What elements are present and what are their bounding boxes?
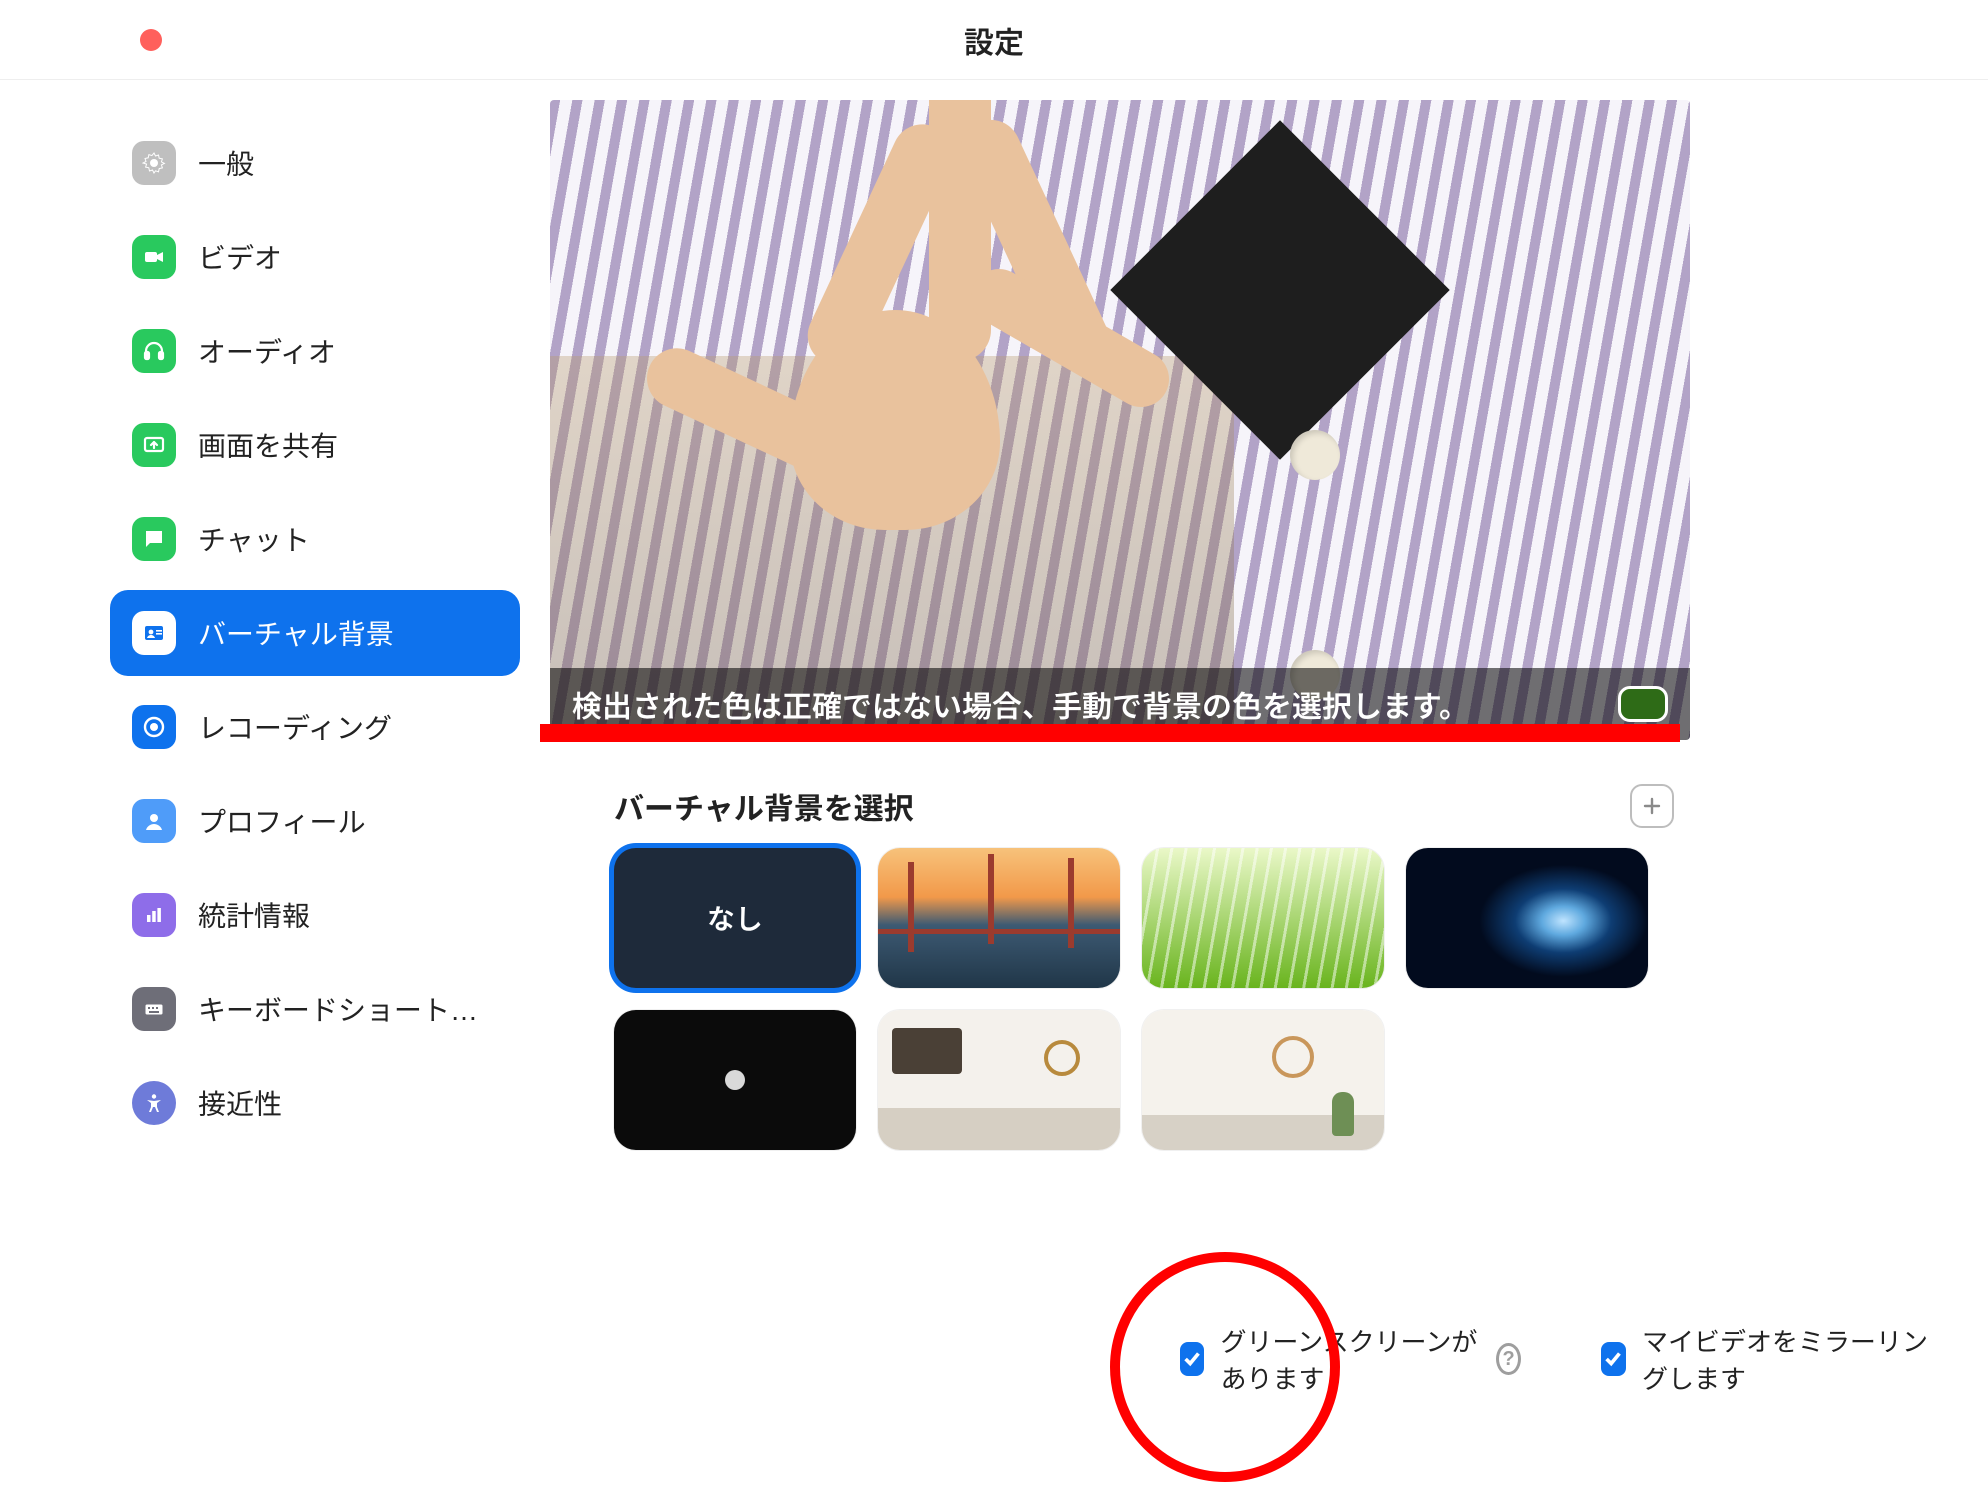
sidebar-item-label: 一般 xyxy=(198,143,254,183)
sidebar-item-label: 接近性 xyxy=(198,1083,282,1123)
record-icon xyxy=(132,705,176,749)
background-option-night[interactable] xyxy=(614,1010,856,1150)
headphones-icon xyxy=(132,329,176,373)
background-option-earth[interactable] xyxy=(1406,848,1648,988)
background-option-bridge[interactable] xyxy=(878,848,1120,988)
background-option-office[interactable] xyxy=(878,1010,1120,1150)
accessibility-icon xyxy=(132,1081,176,1125)
checkbox-icon xyxy=(1180,1342,1204,1376)
sidebar-item-label: キーボードショートカ… xyxy=(198,989,498,1029)
background-none-label: なし xyxy=(707,898,763,938)
video-icon xyxy=(132,235,176,279)
sidebar-item-label: プロフィール xyxy=(198,801,365,841)
contact-card-icon xyxy=(132,611,176,655)
checkbox-label: グリーンスクリーンがあります xyxy=(1220,1322,1480,1396)
sidebar-item-audio[interactable]: オーディオ xyxy=(110,308,520,394)
stats-icon xyxy=(132,893,176,937)
checkbox-green-screen[interactable]: グリーンスクリーンがあります ? xyxy=(1180,1322,1521,1396)
sidebar-item-profile[interactable]: プロフィール xyxy=(110,778,520,864)
add-background-button[interactable] xyxy=(1630,784,1674,828)
share-screen-icon xyxy=(132,423,176,467)
chat-icon xyxy=(132,517,176,561)
keyboard-icon xyxy=(132,987,176,1031)
video-preview: 検出された色は正確ではない場合、手動で背景の色を選択します。 xyxy=(550,100,1690,740)
background-option-none[interactable]: なし xyxy=(614,848,856,988)
preview-hint-text: 検出された色は正確ではない場合、手動で背景の色を選択します。 xyxy=(572,682,1469,726)
sidebar-item-accessibility[interactable]: 接近性 xyxy=(110,1060,520,1146)
background-option-grass[interactable] xyxy=(1142,848,1384,988)
checkbox-mirror-video[interactable]: マイビデオをミラーリングします xyxy=(1601,1322,1928,1396)
sidebar-item-statistics[interactable]: 統計情報 xyxy=(110,872,520,958)
sidebar-item-label: 統計情報 xyxy=(198,895,310,935)
background-grid: なし xyxy=(614,848,1684,1150)
user-icon xyxy=(132,799,176,843)
section-title: バーチャル背景を選択 xyxy=(614,784,914,828)
sidebar-item-label: レコーディング xyxy=(198,707,392,747)
checkbox-icon xyxy=(1601,1342,1626,1376)
sidebar-item-label: 画面を共有 xyxy=(198,425,338,465)
gear-icon xyxy=(132,141,176,185)
sidebar-item-share-screen[interactable]: 画面を共有 xyxy=(110,402,520,488)
settings-sidebar: 一般 ビデオ オーディオ 画面を共有 xyxy=(0,80,540,1506)
background-option-room[interactable] xyxy=(1142,1010,1384,1150)
sidebar-item-label: バーチャル背景 xyxy=(198,613,394,653)
sidebar-item-video[interactable]: ビデオ xyxy=(110,214,520,300)
sidebar-item-label: ビデオ xyxy=(198,237,282,277)
checkbox-label: マイビデオをミラーリングします xyxy=(1642,1322,1928,1396)
help-icon[interactable]: ? xyxy=(1496,1343,1521,1375)
annotation-underline xyxy=(540,724,1680,742)
sidebar-item-general[interactable]: 一般 xyxy=(110,120,520,206)
sidebar-item-label: チャット xyxy=(198,519,310,559)
background-color-picker[interactable] xyxy=(1618,686,1668,722)
sidebar-item-recording[interactable]: レコーディング xyxy=(110,684,520,770)
sidebar-item-chat[interactable]: チャット xyxy=(110,496,520,582)
sidebar-item-virtual-background[interactable]: バーチャル背景 xyxy=(110,590,520,676)
window-title: 設定 xyxy=(0,18,1988,62)
sidebar-item-label: オーディオ xyxy=(198,331,336,371)
window-close-dot[interactable] xyxy=(140,29,162,51)
sidebar-item-keyboard-shortcuts[interactable]: キーボードショートカ… xyxy=(110,966,520,1052)
